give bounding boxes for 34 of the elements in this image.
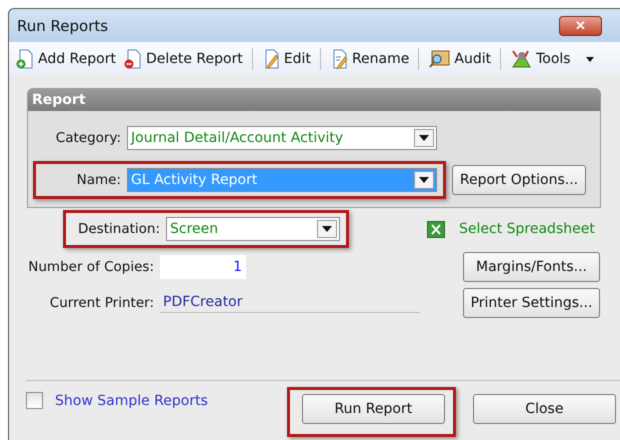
margins-fonts-button[interactable]: Margins/Fonts... bbox=[463, 252, 600, 282]
delete-document-icon bbox=[124, 49, 142, 69]
show-sample-reports-label[interactable]: Show Sample Reports bbox=[55, 392, 208, 408]
footer-button[interactable]: Run Report bbox=[302, 394, 445, 424]
checkbox[interactable] bbox=[26, 392, 43, 409]
toolbar-button[interactable]: Tools bbox=[507, 47, 574, 71]
printer-value: PDFCreator bbox=[160, 294, 420, 312]
caret-icon bbox=[419, 177, 429, 183]
footer-button[interactable]: Close bbox=[472, 394, 616, 424]
toolbar-button[interactable]: Edit bbox=[258, 47, 314, 71]
add-document-icon bbox=[16, 49, 34, 69]
dropdown-caret-icon[interactable] bbox=[586, 56, 594, 62]
select-spreadsheet-link[interactable]: Select Spreadsheet bbox=[459, 221, 595, 237]
field-label: Number of Copies: bbox=[27, 259, 154, 275]
field-label: Name: bbox=[76, 172, 121, 188]
report-options-button[interactable]: Report Options... bbox=[452, 165, 586, 195]
copies-input[interactable]: 1 bbox=[160, 255, 246, 279]
panel-title: Report bbox=[28, 89, 600, 111]
toolbar-button[interactable]: Delete Report bbox=[120, 47, 246, 71]
field-label: Destination: bbox=[76, 221, 160, 237]
caret-icon bbox=[322, 226, 332, 232]
category-dropdown[interactable]: Journal Detail/Account Activity bbox=[127, 126, 437, 150]
destination-dropdown[interactable]: Screen bbox=[166, 217, 340, 241]
caret-icon bbox=[419, 135, 429, 141]
printer-settings-button[interactable]: Printer Settings... bbox=[463, 288, 600, 318]
field-label: Category: bbox=[54, 130, 121, 146]
window-title: Run Reports bbox=[17, 16, 108, 34]
toolbar-button[interactable]: Add Report bbox=[13, 47, 119, 71]
toolbar-button[interactable]: Audit bbox=[425, 47, 494, 71]
toolbar-button[interactable]: Rename bbox=[326, 47, 412, 71]
book-magnifier-icon bbox=[428, 49, 450, 69]
tools-icon bbox=[510, 49, 532, 69]
spreadsheet-icon[interactable] bbox=[427, 220, 445, 238]
field-label: Current Printer: bbox=[48, 295, 154, 311]
